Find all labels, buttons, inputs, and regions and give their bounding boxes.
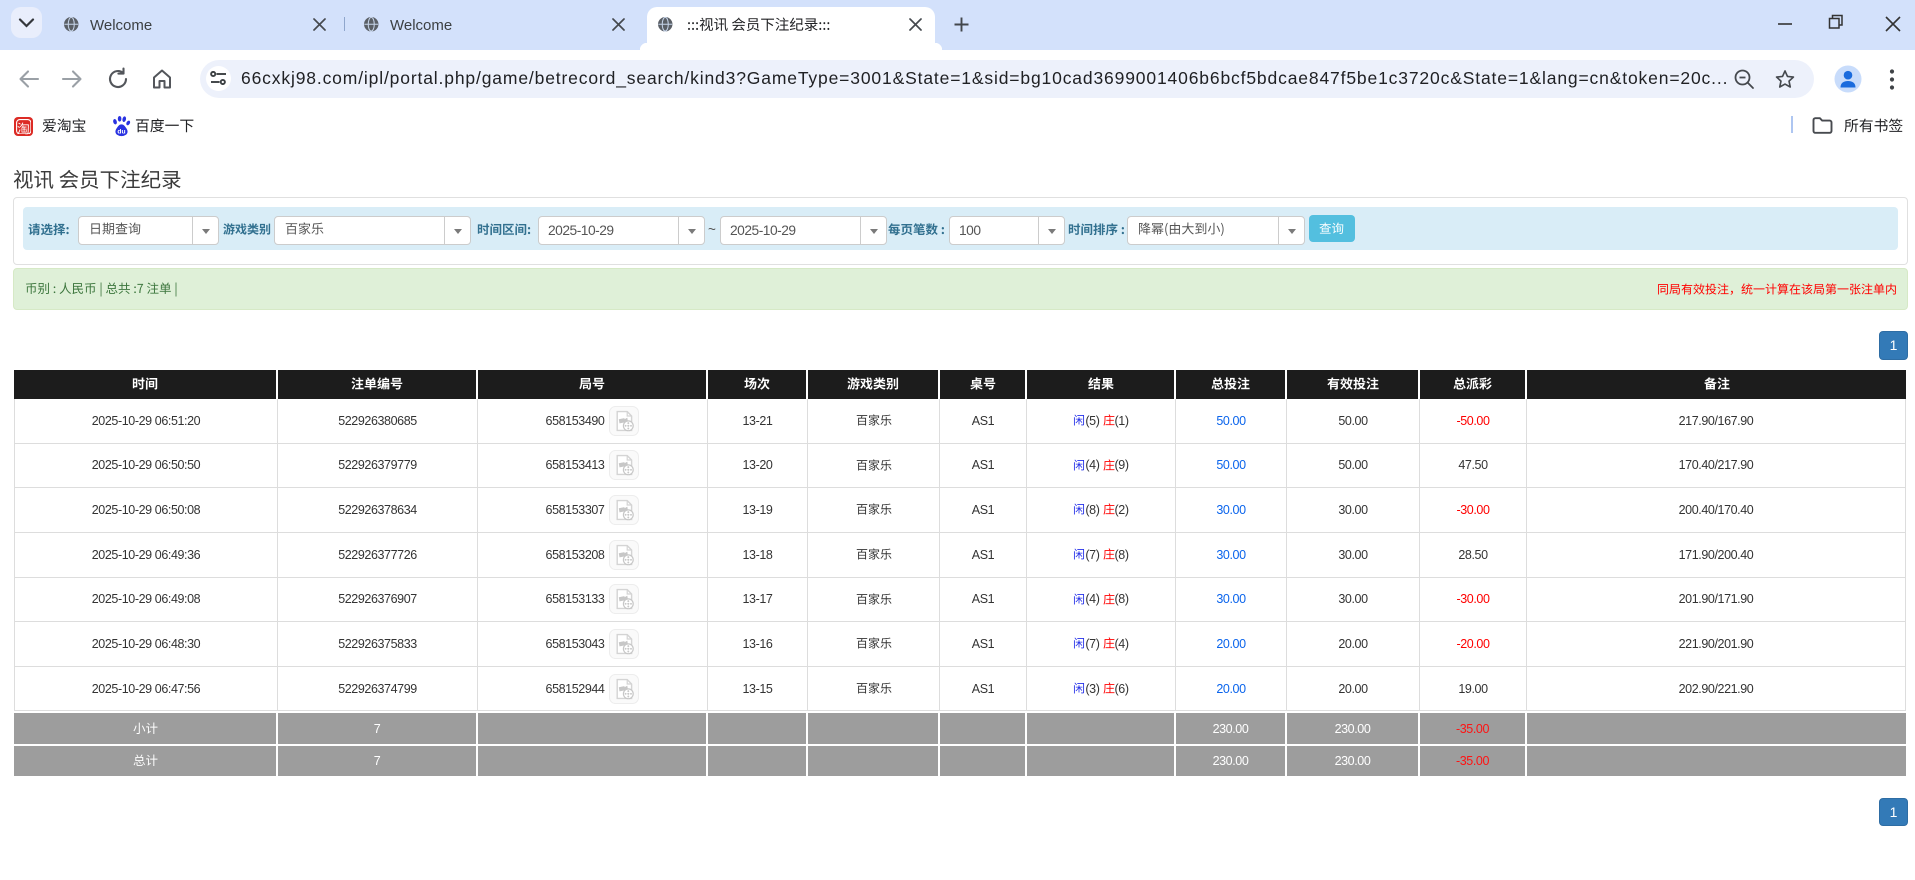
svg-text:du: du (117, 128, 125, 135)
